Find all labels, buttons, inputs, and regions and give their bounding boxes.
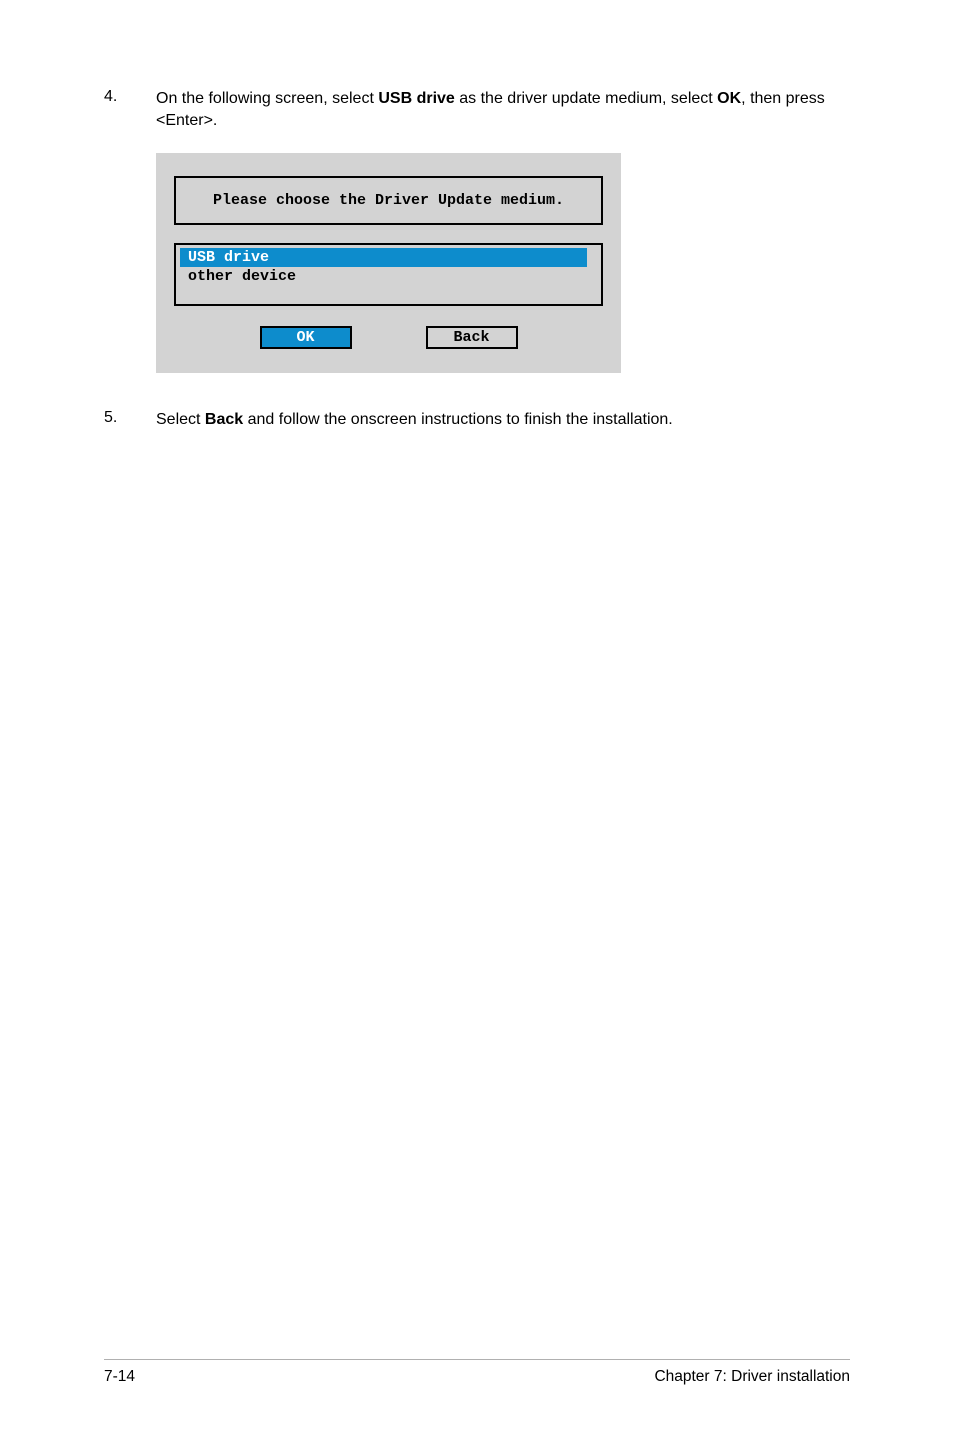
dialog-screenshot: Please choose the Driver Update medium. … — [156, 153, 850, 373]
text-fragment: as the driver update medium, select — [455, 90, 717, 107]
step-text: Select Back and follow the onscreen inst… — [156, 409, 673, 431]
text-fragment: Select — [156, 411, 205, 428]
dialog-list: USB drive other device — [174, 243, 603, 306]
back-button[interactable]: Back — [426, 326, 518, 349]
step-5: 5. Select Back and follow the onscreen i… — [104, 409, 850, 431]
list-item-usb-drive[interactable]: USB drive — [180, 248, 597, 267]
step-number: 5. — [104, 409, 156, 431]
footer-row: 7-14 Chapter 7: Driver installation — [104, 1368, 850, 1386]
page-number: 7-14 — [104, 1368, 135, 1386]
dialog-outer: Please choose the Driver Update medium. … — [156, 153, 621, 373]
bold-text: OK — [717, 90, 741, 107]
dialog-buttons: OK Back — [174, 326, 603, 349]
step-4: 4. On the following screen, select USB d… — [104, 88, 850, 131]
text-fragment: On the following screen, select — [156, 90, 378, 107]
ok-button[interactable]: OK — [260, 326, 352, 349]
page-footer: 7-14 Chapter 7: Driver installation — [104, 1359, 850, 1386]
step-number: 4. — [104, 88, 156, 131]
dialog-inner: Please choose the Driver Update medium. … — [160, 157, 617, 369]
bold-text: USB drive — [378, 90, 454, 107]
footer-divider — [104, 1359, 850, 1360]
step-text: On the following screen, select USB driv… — [156, 88, 850, 131]
text-fragment: and follow the onscreen instructions to … — [243, 411, 673, 428]
chapter-title: Chapter 7: Driver installation — [654, 1368, 850, 1386]
list-item-other-device[interactable]: other device — [180, 267, 597, 286]
dialog-title: Please choose the Driver Update medium. — [174, 176, 603, 225]
bold-text: Back — [205, 411, 243, 428]
